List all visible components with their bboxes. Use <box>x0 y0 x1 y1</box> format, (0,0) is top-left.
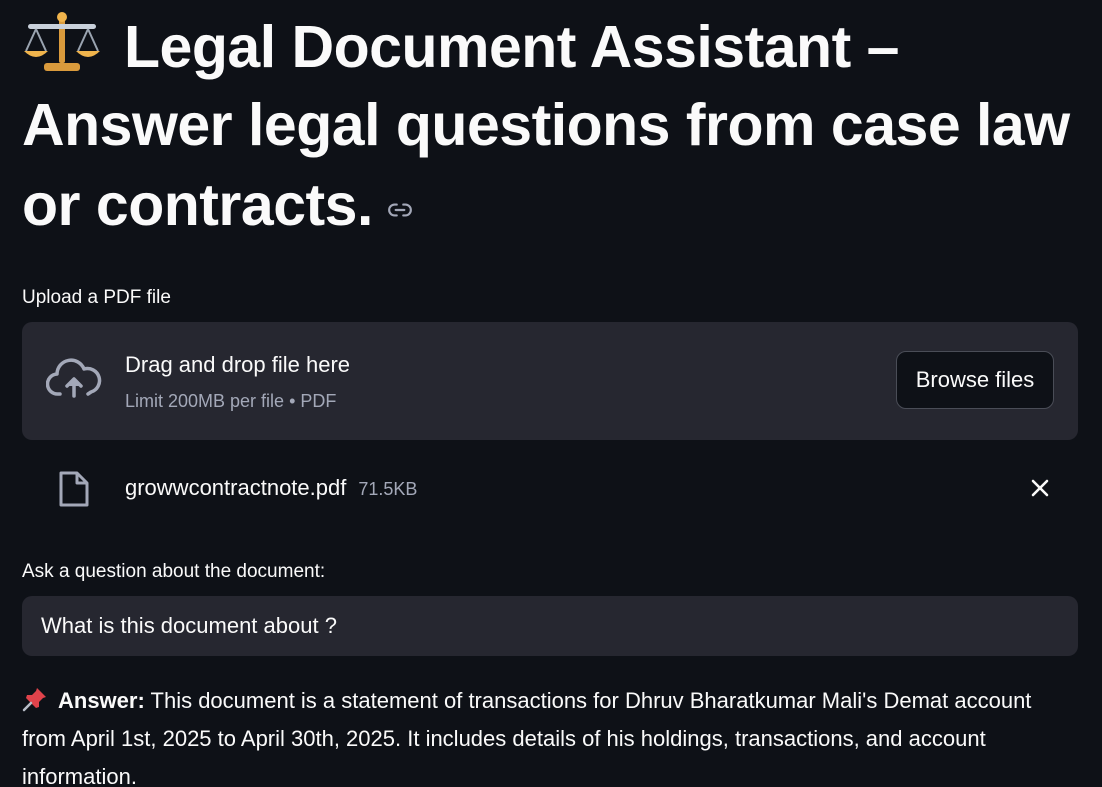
answer-block: Answer: This document is a statement of … <box>22 682 1078 787</box>
dropzone-limit: Limit 200MB per file • PDF <box>125 391 337 411</box>
cloud-upload-icon <box>45 358 102 402</box>
question-input[interactable] <box>22 596 1078 656</box>
dropzone-text: Drag and drop file here <box>125 352 351 377</box>
browse-files-button[interactable]: Browse files <box>896 351 1054 409</box>
answer-prefix: Answer: <box>58 688 145 713</box>
upload-label: Upload a PDF file <box>22 287 171 308</box>
file-name: growwcontractnote.pdf <box>125 475 347 500</box>
question-label: Ask a question about the document: <box>22 561 326 582</box>
link-icon[interactable] <box>387 164 413 217</box>
app-page: Legal Document Assistant – Answer legal … <box>0 0 1102 787</box>
balance-scale-icon <box>22 11 102 73</box>
answer-text: This document is a statement of transact… <box>22 688 1032 787</box>
dropzone-instructions: Drag and drop file here Limit 200MB per … <box>125 351 350 412</box>
pushpin-icon <box>22 686 48 712</box>
page-title-text: Legal Document Assistant – Answer legal … <box>22 14 1070 238</box>
file-size: 71.5KB <box>358 479 418 499</box>
close-icon <box>1031 479 1049 497</box>
uploaded-file-item: growwcontractnote.pdf 71.5KB <box>22 440 1078 532</box>
file-dropzone[interactable]: Drag and drop file here Limit 200MB per … <box>22 322 1078 440</box>
remove-file-button[interactable] <box>1026 474 1054 502</box>
file-icon <box>58 470 90 508</box>
page-title: Legal Document Assistant – Answer legal … <box>22 0 1078 244</box>
file-name-line: growwcontractnote.pdf 71.5KB <box>125 474 417 503</box>
